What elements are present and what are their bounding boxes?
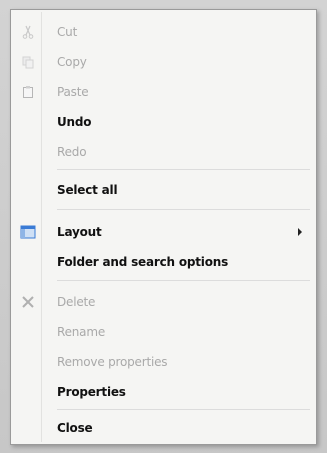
menu-item-label: Undo [57,115,92,129]
menu-item-label: Remove properties [57,355,168,369]
menu-item-rename[interactable]: Rename [11,320,316,344]
menu-item-folder-options[interactable]: Folder and search options [11,250,316,274]
menu-separator [57,409,310,410]
layout-icon [11,220,45,244]
menu-item-label: Redo [57,145,87,159]
delete-icon [11,290,45,314]
menu-separator [57,169,310,170]
menu-item-label: Select all [57,183,118,197]
scissors-icon [11,20,45,44]
menu-item-label: Copy [57,55,87,69]
menu-item-label: Close [57,421,93,435]
menu-item-label: Layout [57,225,102,239]
menu-item-label: Rename [57,325,106,339]
submenu-arrow-icon [298,228,302,236]
menu-item-properties[interactable]: Properties [11,380,316,404]
context-menu: Cut Copy Paste Undo Redo Select all Layo… [10,9,317,445]
menu-separator [57,280,310,281]
menu-item-undo[interactable]: Undo [11,110,316,134]
menu-item-remove-properties[interactable]: Remove properties [11,350,316,374]
menu-item-delete[interactable]: Delete [11,290,316,314]
menu-item-select-all[interactable]: Select all [11,178,316,202]
screenshot-frame: Cut Copy Paste Undo Redo Select all Layo… [0,0,327,453]
menu-item-label: Paste [57,85,89,99]
menu-item-paste[interactable]: Paste [11,80,316,104]
menu-item-label: Cut [57,25,78,39]
paste-icon [11,80,45,104]
copy-icon [11,50,45,74]
menu-item-label: Folder and search options [57,255,229,269]
menu-item-label: Delete [57,295,96,309]
menu-item-copy[interactable]: Copy [11,50,316,74]
menu-separator [57,209,310,210]
menu-item-layout[interactable]: Layout [11,220,316,244]
menu-item-redo[interactable]: Redo [11,140,316,164]
menu-item-label: Properties [57,385,126,399]
menu-item-cut[interactable]: Cut [11,20,316,44]
menu-item-close[interactable]: Close [11,416,316,440]
